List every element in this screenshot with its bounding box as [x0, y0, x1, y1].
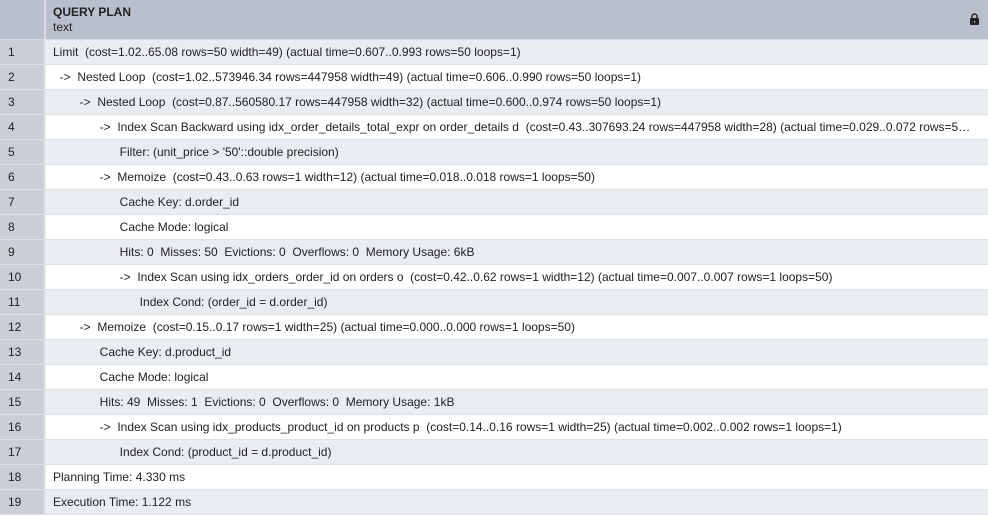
query-plan-cell[interactable]: Index Cond: (order_id = d.order_id) [46, 290, 988, 314]
query-plan-cell[interactable]: Cache Key: d.product_id [46, 340, 988, 364]
column-title: QUERY PLAN [53, 5, 132, 19]
row-number[interactable]: 3 [0, 90, 46, 114]
row-number[interactable]: 2 [0, 65, 46, 89]
query-plan-cell[interactable]: -> Index Scan using idx_products_product… [46, 415, 988, 439]
table-row[interactable]: 18 Planning Time: 4.330 ms [0, 465, 988, 490]
row-number[interactable]: 16 [0, 415, 46, 439]
row-number[interactable]: 4 [0, 115, 46, 139]
column-header-query-plan[interactable]: QUERY PLAN text [46, 0, 988, 39]
table-row[interactable]: 7 Cache Key: d.order_id [0, 190, 988, 215]
row-number[interactable]: 12 [0, 315, 46, 339]
row-number[interactable]: 7 [0, 190, 46, 214]
table-row[interactable]: 12 -> Memoize (cost=0.15..0.17 rows=1 wi… [0, 315, 988, 340]
query-plan-cell[interactable]: -> Memoize (cost=0.15..0.17 rows=1 width… [46, 315, 988, 339]
table-row[interactable]: 6 -> Memoize (cost=0.43..0.63 rows=1 wid… [0, 165, 988, 190]
query-plan-cell[interactable]: -> Index Scan using idx_orders_order_id … [46, 265, 988, 289]
row-number[interactable]: 6 [0, 165, 46, 189]
query-plan-cell[interactable]: Hits: 49 Misses: 1 Evictions: 0 Overflow… [46, 390, 988, 414]
grid-body: 1 Limit (cost=1.02..65.08 rows=50 width=4… [0, 40, 988, 515]
row-number[interactable]: 17 [0, 440, 46, 464]
table-row[interactable]: 19 Execution Time: 1.122 ms [0, 490, 988, 515]
table-row[interactable]: 8 Cache Mode: logical [0, 215, 988, 240]
query-plan-cell[interactable]: Cache Key: d.order_id [46, 190, 988, 214]
row-number[interactable]: 10 [0, 265, 46, 289]
lock-icon [970, 13, 979, 25]
query-plan-cell[interactable]: Limit (cost=1.02..65.08 rows=50 width=49… [46, 40, 988, 64]
query-plan-cell[interactable]: -> Memoize (cost=0.43..0.63 rows=1 width… [46, 165, 988, 189]
table-row[interactable]: 4 -> Index Scan Backward using idx_order… [0, 115, 988, 140]
query-plan-cell[interactable]: Hits: 0 Misses: 50 Evictions: 0 Overflow… [46, 240, 988, 264]
table-row[interactable]: 15 Hits: 49 Misses: 1 Evictions: 0 Overf… [0, 390, 988, 415]
query-plan-cell[interactable]: Index Cond: (product_id = d.product_id) [46, 440, 988, 464]
grid-header: QUERY PLAN text [0, 0, 988, 40]
query-plan-cell[interactable]: Cache Mode: logical [46, 365, 988, 389]
row-number[interactable]: 15 [0, 390, 46, 414]
row-number-header [0, 0, 46, 39]
table-row[interactable]: 17 Index Cond: (product_id = d.product_i… [0, 440, 988, 465]
query-plan-cell[interactable]: -> Index Scan Backward using idx_order_d… [46, 115, 988, 139]
query-plan-cell[interactable]: -> Nested Loop (cost=0.87..560580.17 row… [46, 90, 988, 114]
query-plan-cell[interactable]: Execution Time: 1.122 ms [46, 490, 988, 514]
table-row[interactable]: 2 -> Nested Loop (cost=1.02..573946.34 r… [0, 65, 988, 90]
row-number[interactable]: 19 [0, 490, 46, 514]
table-row[interactable]: 10 -> Index Scan using idx_orders_order_… [0, 265, 988, 290]
row-number[interactable]: 8 [0, 215, 46, 239]
row-number[interactable]: 1 [0, 40, 46, 64]
table-row[interactable]: 9 Hits: 0 Misses: 50 Evictions: 0 Overfl… [0, 240, 988, 265]
table-row[interactable]: 3 -> Nested Loop (cost=0.87..560580.17 r… [0, 90, 988, 115]
table-row[interactable]: 13 Cache Key: d.product_id [0, 340, 988, 365]
query-plan-cell[interactable]: -> Nested Loop (cost=1.02..573946.34 row… [46, 65, 988, 89]
row-number[interactable]: 13 [0, 340, 46, 364]
row-number[interactable]: 18 [0, 465, 46, 489]
table-row[interactable]: 5 Filter: (unit_price > '50'::double pre… [0, 140, 988, 165]
row-number[interactable]: 9 [0, 240, 46, 264]
table-row[interactable]: 14 Cache Mode: logical [0, 365, 988, 390]
column-type: text [53, 20, 73, 34]
row-number[interactable]: 14 [0, 365, 46, 389]
row-number[interactable]: 11 [0, 290, 46, 314]
result-grid: QUERY PLAN text 1 Limit (cost=1.02..65.08… [0, 0, 988, 515]
query-plan-cell[interactable]: Filter: (unit_price > '50'::double preci… [46, 140, 988, 164]
query-plan-cell[interactable]: Planning Time: 4.330 ms [46, 465, 988, 489]
row-number[interactable]: 5 [0, 140, 46, 164]
table-row[interactable]: 1 Limit (cost=1.02..65.08 rows=50 width=4… [0, 40, 988, 65]
query-plan-cell[interactable]: Cache Mode: logical [46, 215, 988, 239]
table-row[interactable]: 11 Index Cond: (order_id = d.order_id) [0, 290, 988, 315]
table-row[interactable]: 16 -> Index Scan using idx_products_prod… [0, 415, 988, 440]
